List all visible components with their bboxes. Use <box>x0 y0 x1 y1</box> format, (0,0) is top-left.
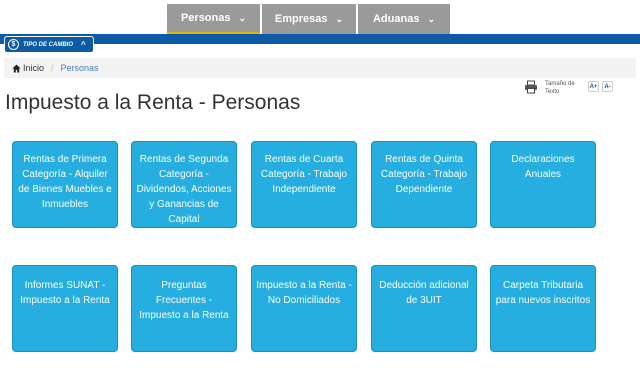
nav-tab-label: Aduanas <box>372 13 420 25</box>
nav-tab-personas[interactable]: Personas ⌄ <box>167 4 260 34</box>
top-navigation: Personas ⌄ Empresas ⌄ Aduanas ⌄ <box>0 0 640 34</box>
decrease-font-button[interactable]: A- <box>602 81 613 92</box>
card-deduccion-3uit[interactable]: Deducción adicional de 3UIT <box>371 265 477 352</box>
card-rentas-primera[interactable]: Rentas de Primera Categoría - Alquiler d… <box>12 141 118 228</box>
nav-tab-empresas[interactable]: Empresas ⌄ <box>262 4 356 34</box>
card-rentas-cuarta[interactable]: Rentas de Cuarta Categoría - Trabajo Ind… <box>251 141 357 228</box>
chevron-down-icon: ⌄ <box>335 13 344 24</box>
breadcrumb: Inicio / Personas <box>4 58 636 78</box>
increase-font-button[interactable]: A+ <box>588 81 599 92</box>
card-informes-sunat[interactable]: Informes SUNAT - Impuesto a la Renta <box>12 265 118 352</box>
card-declaraciones-anuales[interactable]: Declaraciones Anuales <box>490 141 596 228</box>
breadcrumb-separator: / <box>51 63 54 73</box>
card-rentas-quinta[interactable]: Rentas de Quinta Categoría - Trabajo Dep… <box>371 141 477 228</box>
card-no-domiciliados[interactable]: Impuesto a la Renta - No Domiciliados <box>251 265 357 352</box>
nav-tab-label: Empresas <box>274 13 328 25</box>
tipo-cambio-button[interactable]: $ TIPO DE CAMBIO ^ <box>4 36 94 53</box>
card-rentas-segunda[interactable]: Rentas de Segunda Categoría - Dividendos… <box>131 141 237 228</box>
breadcrumb-home-link[interactable]: Inicio <box>23 63 44 73</box>
page-title: Impuesto a la Renta - Personas <box>5 91 301 114</box>
chevron-down-icon: ⌄ <box>238 12 247 23</box>
breadcrumb-current[interactable]: Personas <box>61 63 99 73</box>
dollar-icon: $ <box>8 39 19 50</box>
header-divider-bar <box>0 34 640 44</box>
printer-icon[interactable] <box>524 80 538 94</box>
chevron-down-icon: ⌄ <box>427 13 435 24</box>
nav-tab-aduanas[interactable]: Aduanas ⌄ <box>358 4 450 34</box>
caret-up-icon: ^ <box>81 40 86 49</box>
nav-tab-label: Personas <box>180 12 231 24</box>
card-carpeta-tributaria[interactable]: Carpeta Tributaria para nuevos inscritos <box>490 265 596 352</box>
home-icon <box>12 63 21 73</box>
card-preguntas-frecuentes[interactable]: Preguntas Frecuentes - Impuesto a la Ren… <box>131 265 237 352</box>
tipo-cambio-label: TIPO DE CAMBIO <box>23 41 74 48</box>
text-size-label: Tamaño de Texto <box>545 81 575 95</box>
